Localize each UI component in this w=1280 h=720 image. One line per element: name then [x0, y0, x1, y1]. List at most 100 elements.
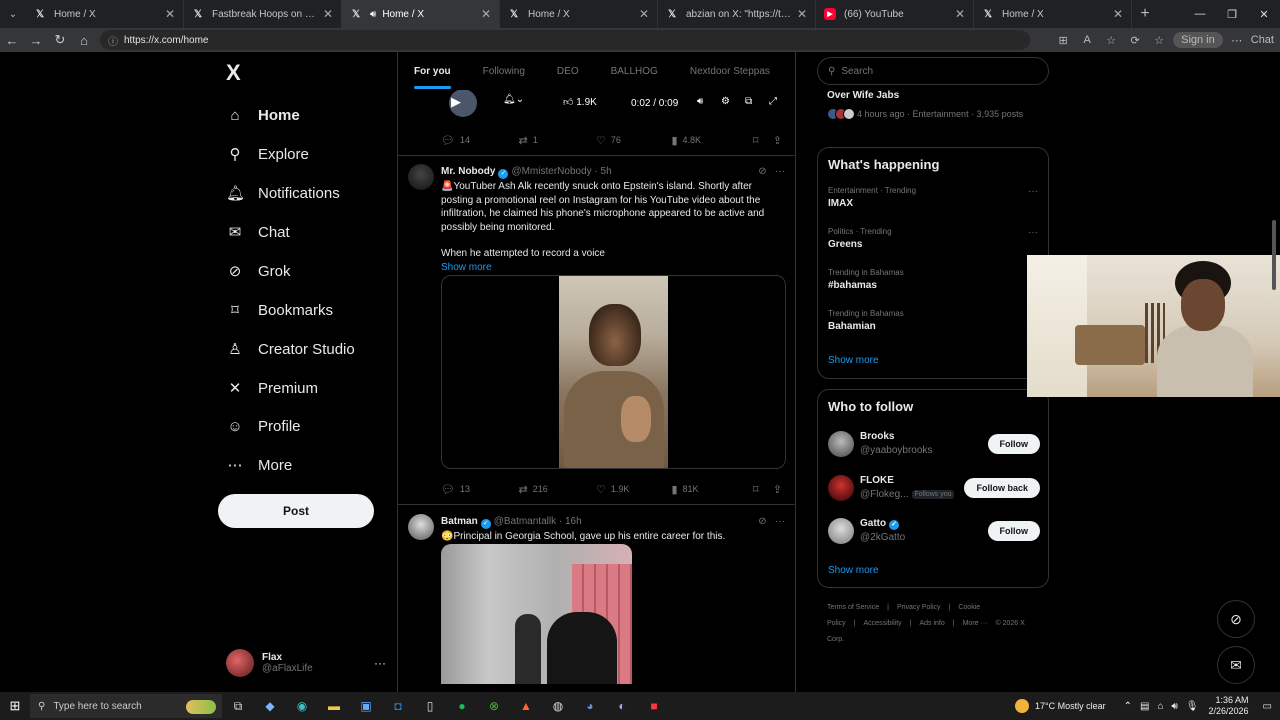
- settings-gear-icon[interactable]: ⚙: [721, 96, 730, 107]
- nav-item-bookmarks[interactable]: ⌑ Bookmarks: [226, 295, 333, 325]
- repost-button[interactable]: ⇄ 216: [518, 483, 595, 496]
- new-tab-button[interactable]: +: [1132, 5, 1158, 23]
- back-button[interactable]: ←: [0, 28, 24, 52]
- author-name[interactable]: Mr. Nobody: [441, 166, 495, 177]
- browser-menu-icon[interactable]: ⋯: [1227, 34, 1247, 47]
- like-button[interactable]: ♡ 1.9K: [596, 483, 672, 496]
- extensions-icon[interactable]: ⟳: [1125, 34, 1145, 47]
- windows-start-icon[interactable]: ⊞: [0, 698, 30, 714]
- trend-item[interactable]: Entertainment · Trending IMAX ···: [828, 186, 1040, 209]
- favorite-star-icon[interactable]: ☆: [1101, 34, 1121, 47]
- edge-icon[interactable]: ◉: [286, 692, 318, 720]
- more-dots-icon[interactable]: ···: [1028, 186, 1038, 197]
- x-logo-icon[interactable]: X: [226, 60, 241, 86]
- nav-item-explore[interactable]: ⚲ Explore: [226, 139, 309, 169]
- close-tab-icon[interactable]: ✕: [1113, 7, 1123, 21]
- follow-suggestion[interactable]: FLOKE @Flokeg... Follows you Follow back: [828, 473, 1040, 505]
- like-button[interactable]: ♡ 76: [596, 134, 672, 147]
- show-more-link[interactable]: Show more: [828, 355, 879, 366]
- task-view-icon[interactable]: ⧉: [222, 692, 254, 720]
- nav-item-premium[interactable]: ✕ Premium: [226, 373, 318, 403]
- avatar[interactable]: [828, 518, 854, 544]
- spotify-icon[interactable]: ●: [446, 692, 478, 720]
- author-name[interactable]: Batman: [441, 516, 478, 527]
- more-dots-icon[interactable]: ···: [775, 166, 785, 177]
- refresh-button[interactable]: ↻: [48, 28, 72, 52]
- tab-actions-menu[interactable]: ⌄: [0, 0, 26, 28]
- maximize-button[interactable]: ❐: [1216, 0, 1248, 28]
- notification-bell-icon[interactable]: 🔔︎⌄: [503, 94, 524, 105]
- xbox-icon[interactable]: ⊗: [478, 692, 510, 720]
- nav-item-chat[interactable]: ✉ Chat: [226, 217, 290, 247]
- avatar[interactable]: [828, 431, 854, 457]
- account-switcher[interactable]: Flax @aFlaxLife ···: [226, 646, 386, 680]
- post-video[interactable]: [441, 275, 786, 469]
- streaming-app-icon[interactable]: ▲: [510, 692, 542, 720]
- outlook-icon[interactable]: ◘: [382, 692, 414, 720]
- app-icon[interactable]: ◐: [606, 692, 638, 720]
- views-button[interactable]: ▮ 4.8K: [671, 134, 752, 147]
- messages-fab-icon[interactable]: ✉: [1217, 646, 1255, 684]
- scrollbar-thumb[interactable]: [1272, 220, 1276, 290]
- file-explorer-icon[interactable]: ▬: [318, 692, 350, 720]
- footer-link[interactable]: Privacy Policy: [897, 604, 941, 611]
- views-button[interactable]: ▮ 81K: [671, 483, 752, 496]
- discord-icon[interactable]: ◕: [574, 692, 606, 720]
- browser-tab[interactable]: 𝕏 🔊︎ Home / X ✕: [342, 0, 500, 28]
- repost-button[interactable]: ⇄ 1: [518, 134, 595, 147]
- bookmark-button[interactable]: ⌑: [753, 134, 773, 147]
- post-batman[interactable]: Batman ✓ @Batmantallk · 16h ⊘ ··· 😳Princip…: [398, 514, 795, 692]
- page-scrollbar[interactable]: [1270, 52, 1278, 692]
- post-time[interactable]: 5h: [601, 166, 612, 177]
- browser-tab[interactable]: 𝕏 Home / X ✕: [974, 0, 1132, 28]
- url-field[interactable]: ⓘ https://x.com/home: [100, 30, 1030, 50]
- post-video[interactable]: [441, 544, 632, 684]
- news-item[interactable]: Over Wife Jabs 4 hours ago · Entertainme…: [817, 88, 1049, 134]
- fullscreen-icon[interactable]: ⤢: [769, 96, 777, 107]
- follow-suggestion[interactable]: Gatto ✓ @2kGatto Follow: [828, 516, 1040, 548]
- nav-item-grok[interactable]: ⊘ Grok: [226, 256, 291, 286]
- store-icon[interactable]: ▣: [350, 692, 382, 720]
- tab-ballhog[interactable]: BALLHOG: [595, 66, 674, 77]
- youtube-app-icon[interactable]: ■: [638, 692, 670, 720]
- favorites-icon[interactable]: ☆: [1149, 34, 1169, 47]
- close-tab-icon[interactable]: ✕: [481, 7, 491, 21]
- reply-button[interactable]: 💬︎ 13: [441, 483, 518, 496]
- trend-item[interactable]: Trending in Bahamas Bahamian: [828, 309, 1040, 332]
- more-dots-icon[interactable]: ···: [374, 656, 386, 670]
- follow-button[interactable]: Follow: [987, 521, 1040, 541]
- chevron-up-icon[interactable]: ⌃: [1124, 701, 1132, 712]
- site-info-icon[interactable]: ⓘ: [108, 33, 118, 48]
- minimize-button[interactable]: —: [1184, 0, 1216, 28]
- play-icon[interactable]: ▶: [451, 94, 461, 110]
- close-tab-icon[interactable]: ✕: [323, 7, 333, 21]
- nav-item-notifications[interactable]: 🔔︎ Notifications: [226, 178, 340, 208]
- nav-item-home[interactable]: ⌂ Home: [226, 100, 299, 130]
- home-button[interactable]: ⌂: [72, 28, 96, 52]
- volume-icon[interactable]: 🔊︎: [697, 96, 703, 107]
- tab-nextdoor-steppas[interactable]: Nextdoor Steppas: [674, 66, 786, 77]
- read-aloud-icon[interactable]: A: [1077, 34, 1097, 46]
- grok-icon[interactable]: ⊘: [758, 516, 766, 527]
- close-tab-icon[interactable]: ✕: [639, 7, 649, 21]
- more-dots-icon[interactable]: ···: [1028, 227, 1038, 238]
- video-like-count[interactable]: 👍︎ 1.9K: [563, 96, 597, 108]
- share-button[interactable]: ⇪: [773, 483, 787, 496]
- document-icon[interactable]: ▯: [414, 692, 446, 720]
- footer-link[interactable]: Terms of Service: [827, 604, 879, 611]
- tab-following[interactable]: Following: [467, 66, 541, 77]
- more-dots-icon[interactable]: ···: [775, 516, 785, 527]
- follow-button[interactable]: Follow: [987, 434, 1040, 454]
- tab-for-you[interactable]: For you: [398, 66, 467, 89]
- follow-suggestion[interactable]: Brooks @yaaboybrooks Follow: [828, 429, 1040, 461]
- forward-button[interactable]: →: [24, 28, 48, 52]
- footer-link[interactable]: Accessibility: [864, 620, 902, 627]
- show-more-link[interactable]: Show more: [828, 565, 879, 576]
- author-handle[interactable]: @MmisterNobody: [511, 166, 591, 177]
- show-more-link[interactable]: Show more: [441, 261, 783, 275]
- avatar[interactable]: [408, 164, 434, 190]
- clock[interactable]: 1:36 AM 2/26/2026: [1209, 695, 1249, 717]
- browser-tab[interactable]: 𝕏 Home / X ✕: [500, 0, 658, 28]
- notifications-icon[interactable]: ▭: [1263, 701, 1272, 712]
- trend-item[interactable]: Trending in Bahamas #bahamas: [828, 268, 1040, 291]
